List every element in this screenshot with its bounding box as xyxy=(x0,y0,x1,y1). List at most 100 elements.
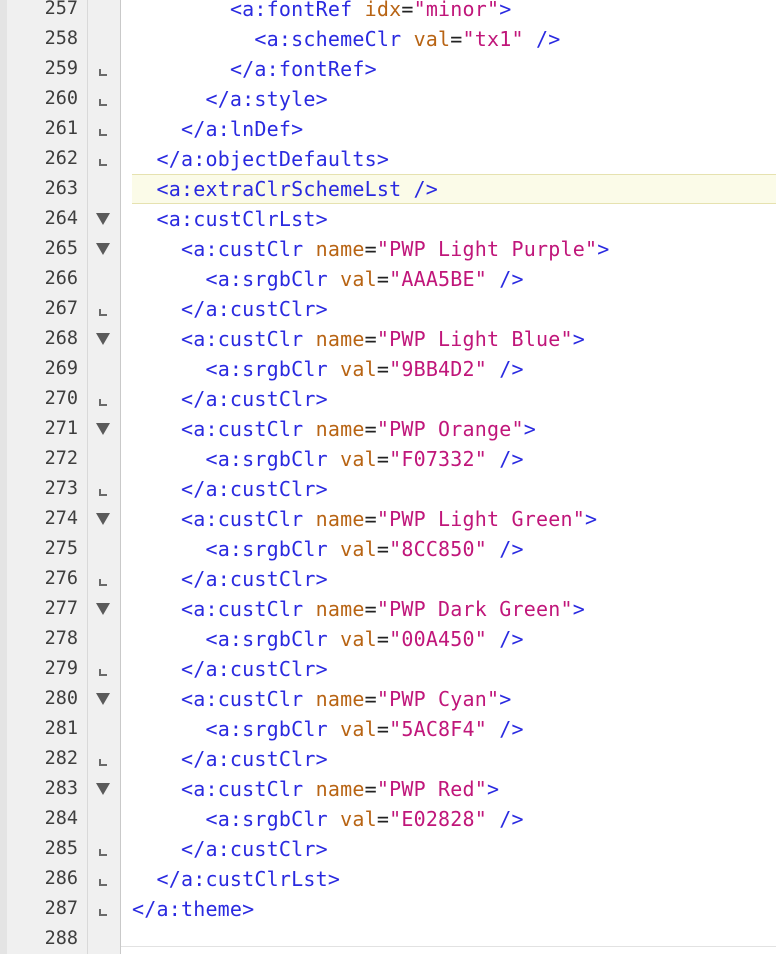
code-text[interactable]: <a:custClrLst> xyxy=(132,204,776,234)
code-line-277[interactable]: 277 <a:custClr name="PWP Dark Green"> xyxy=(0,594,776,624)
code-line-267[interactable]: 267 </a:custClr> xyxy=(0,294,776,324)
line-number: 284 xyxy=(44,808,78,829)
code-text[interactable]: </a:style> xyxy=(132,84,776,114)
code-line-276[interactable]: 276 </a:custClr> xyxy=(0,564,776,594)
code-text[interactable]: <a:fontRef idx="minor"> xyxy=(132,0,776,24)
code-text[interactable]: <a:custClr name="PWP Light Purple"> xyxy=(132,234,776,264)
code-line-273[interactable]: 273 </a:custClr> xyxy=(0,474,776,504)
code-line-286[interactable]: 286 </a:custClrLst> xyxy=(0,864,776,894)
code-line-270[interactable]: 270 </a:custClr> xyxy=(0,384,776,414)
code-text[interactable]: </a:lnDef> xyxy=(132,114,776,144)
fold-collapse-triangle-icon[interactable] xyxy=(94,504,112,534)
xml-tag-token: /> xyxy=(487,357,524,381)
line-number: 286 xyxy=(44,868,78,889)
fold-collapse-triangle-icon[interactable] xyxy=(94,324,112,354)
code-text[interactable]: </a:custClr> xyxy=(132,834,776,864)
fold-collapse-triangle-icon[interactable] xyxy=(94,414,112,444)
code-line-271[interactable]: 271 <a:custClr name="PWP Orange"> xyxy=(0,414,776,444)
code-text[interactable]: </a:theme> xyxy=(132,894,776,924)
code-text[interactable]: </a:fontRef> xyxy=(132,54,776,84)
code-text[interactable]: <a:srgbClr val="8CC850" /> xyxy=(132,534,776,564)
code-text[interactable]: </a:custClr> xyxy=(132,744,776,774)
code-line-258[interactable]: 258 <a:schemeClr val="tx1" /> xyxy=(0,24,776,54)
code-line-281[interactable]: 281 <a:srgbClr val="5AC8F4" /> xyxy=(0,714,776,744)
code-line-264[interactable]: 264 <a:custClrLst> xyxy=(0,204,776,234)
code-line-278[interactable]: 278 <a:srgbClr val="00A450" /> xyxy=(0,624,776,654)
code-text[interactable]: </a:custClr> xyxy=(132,654,776,684)
code-text[interactable]: <a:custClr name="PWP Cyan"> xyxy=(132,684,776,714)
xml-attribute-name: val xyxy=(340,807,377,831)
code-text[interactable]: </a:custClr> xyxy=(132,564,776,594)
code-line-272[interactable]: 272 <a:srgbClr val="F07332" /> xyxy=(0,444,776,474)
code-text[interactable]: <a:srgbClr val="E02828" /> xyxy=(132,804,776,834)
xml-equals-sign: = xyxy=(450,27,463,51)
xml-tag-token: </a:lnDef> xyxy=(180,117,304,141)
line-number: 272 xyxy=(44,448,78,469)
code-line-261[interactable]: 261 </a:lnDef> xyxy=(0,114,776,144)
xml-tag-token: </a:objectDefaults> xyxy=(156,147,390,171)
code-line-260[interactable]: 260 </a:style> xyxy=(0,84,776,114)
xml-attribute-value: "AAA5BE" xyxy=(389,267,488,291)
xml-attribute-name: name xyxy=(315,237,365,261)
code-text[interactable]: <a:custClr name="PWP Light Green"> xyxy=(132,504,776,534)
code-line-266[interactable]: 266 <a:srgbClr val="AAA5BE" /> xyxy=(0,264,776,294)
xml-equals-sign: = xyxy=(364,237,377,261)
line-number: 281 xyxy=(44,718,78,739)
xml-attribute-name: name xyxy=(315,417,365,441)
code-line-287[interactable]: 287 </a:theme> xyxy=(0,894,776,924)
fold-collapse-triangle-icon[interactable] xyxy=(94,774,112,804)
code-text[interactable]: </a:objectDefaults> xyxy=(132,144,776,174)
code-line-262[interactable]: 262 </a:objectDefaults> xyxy=(0,144,776,174)
code-text[interactable]: <a:custClr name="PWP Red"> xyxy=(132,774,776,804)
code-line-288[interactable]: 288 xyxy=(0,924,776,954)
code-line-257[interactable]: 257 <a:fontRef idx="minor"> xyxy=(0,0,776,24)
code-line-275[interactable]: 275 <a:srgbClr val="8CC850" /> xyxy=(0,534,776,564)
fold-collapse-triangle-icon[interactable] xyxy=(94,684,112,714)
line-number: 266 xyxy=(44,268,78,289)
code-text[interactable]: <a:custClr name="PWP Light Blue"> xyxy=(132,324,776,354)
code-editor[interactable]: 257 <a:fontRef idx="minor"> 258 <a:scheme… xyxy=(0,0,776,954)
code-line-279[interactable]: 279 </a:custClr> xyxy=(0,654,776,684)
code-line-263[interactable]: 263 <a:extraClrSchemeLst /> xyxy=(0,174,776,204)
code-text[interactable]: <a:schemeClr val="tx1" /> xyxy=(132,24,776,54)
code-line-283[interactable]: 283 <a:custClr name="PWP Red"> xyxy=(0,774,776,804)
fold-collapse-triangle-icon[interactable] xyxy=(94,204,112,234)
code-text[interactable]: </a:custClrLst> xyxy=(132,864,776,894)
code-line-265[interactable]: 265 <a:custClr name="PWP Light Purple"> xyxy=(0,234,776,264)
xml-attribute-name: val xyxy=(340,447,377,471)
code-text[interactable]: <a:srgbClr val="F07332" /> xyxy=(132,444,776,474)
code-line-268[interactable]: 268 <a:custClr name="PWP Light Blue"> xyxy=(0,324,776,354)
code-text[interactable]: <a:srgbClr val="AAA5BE" /> xyxy=(132,264,776,294)
code-text[interactable] xyxy=(132,924,776,954)
code-line-259[interactable]: 259 </a:fontRef> xyxy=(0,54,776,84)
code-text[interactable]: <a:srgbClr val="5AC8F4" /> xyxy=(132,714,776,744)
code-line-282[interactable]: 282 </a:custClr> xyxy=(0,744,776,774)
line-number: 287 xyxy=(44,898,78,919)
code-text[interactable]: <a:custClr name="PWP Dark Green"> xyxy=(132,594,776,624)
code-text[interactable]: <a:srgbClr val="9BB4D2" /> xyxy=(132,354,776,384)
code-line-269[interactable]: 269 <a:srgbClr val="9BB4D2" /> xyxy=(0,354,776,384)
code-line-284[interactable]: 284 <a:srgbClr val="E02828" /> xyxy=(0,804,776,834)
code-text[interactable]: </a:custClr> xyxy=(132,474,776,504)
code-line-280[interactable]: 280 <a:custClr name="PWP Cyan"> xyxy=(0,684,776,714)
code-text[interactable]: </a:custClr> xyxy=(132,294,776,324)
fold-collapse-triangle-icon[interactable] xyxy=(94,594,112,624)
code-text[interactable]: </a:custClr> xyxy=(132,384,776,414)
fold-collapse-triangle-icon[interactable] xyxy=(94,234,112,264)
code-text[interactable]: <a:srgbClr val="00A450" /> xyxy=(132,624,776,654)
fold-end-marker-icon xyxy=(94,114,112,144)
code-line-274[interactable]: 274 <a:custClr name="PWP Light Green"> xyxy=(0,504,776,534)
code-text[interactable]: <a:custClr name="PWP Orange"> xyxy=(132,414,776,444)
xml-tag-token: /> xyxy=(487,447,524,471)
code-line-285[interactable]: 285 </a:custClr> xyxy=(0,834,776,864)
code-text[interactable]: <a:extraClrSchemeLst /> xyxy=(132,174,776,204)
